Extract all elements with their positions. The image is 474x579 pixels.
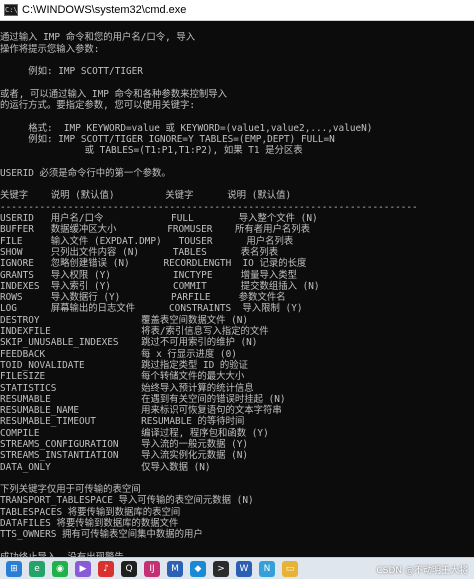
word-icon[interactable]: W	[236, 560, 252, 577]
console-line: TOID_NOVALIDATE 跳过指定类型 ID 的验证	[0, 359, 249, 371]
console-line: USERID 必须是命令行中的第一个参数。	[0, 167, 171, 179]
console-line: 格式: IMP KEYWORD=value 或 KEYWORD=(value1,…	[0, 122, 373, 134]
console-line: STREAMS_CONFIGURATION 导入流的一般元数据 (Y)	[0, 438, 249, 450]
console-line: GRANTS 导入权限 (Y) INCTYPE 增量导入类型	[0, 269, 297, 281]
console-line: INDEXFILE 将表/索引信息写入指定的文件	[0, 326, 269, 338]
maven-icon[interactable]: M	[167, 560, 183, 577]
window-title: C:\WINDOWS\system32\cmd.exe	[22, 4, 187, 16]
console-line: INDEXES 导入索引 (Y) COMMIT 提交数组插入 (N)	[0, 280, 320, 292]
console-line: RESUMABLE_TIMEOUT RESUMABLE 的等待时间	[0, 416, 245, 428]
console-line: LOG 屏幕输出的日志文件 CONSTRAINTS 导入限制 (Y)	[0, 303, 303, 315]
console-line: 的运行方式。要指定参数, 您可以使用关键字:	[0, 100, 196, 112]
file-explorer-icon[interactable]: ▭	[282, 560, 298, 577]
intellij-icon[interactable]: IJ	[144, 560, 160, 577]
terminal-icon[interactable]: >	[213, 560, 229, 577]
console-line: FILE 输入文件 (EXPDAT.DMP) TOUSER 用户名列表	[0, 235, 294, 247]
navicat-icon[interactable]: N	[259, 560, 275, 577]
console-line: STATISTICS 始终导入预计算的统计信息	[0, 382, 254, 394]
wechat-icon[interactable]: ◉	[52, 560, 68, 577]
netease-music-icon[interactable]: ♪	[98, 560, 114, 577]
console-line: BUFFER 数据缓冲区大小 FROMUSER 所有者用户名列表	[0, 224, 310, 236]
console-line: 下列关键字仅用于可传输的表空间	[0, 484, 141, 496]
console-line: SKIP_UNUSABLE_INDEXES 跳过不可用索引的维护 (N)	[0, 337, 258, 349]
console-line: TRANSPORT_TABLESPACE 导入可传输的表空间元数据 (N)	[0, 495, 254, 507]
console-line: FEEDBACK 每 x 行显示进度 (0)	[0, 348, 237, 360]
watermark-text: CSDN @不动明王大将	[376, 566, 468, 576]
window-titlebar[interactable]: C:\ C:\WINDOWS\system32\cmd.exe	[0, 0, 474, 21]
console-line: RESUMABLE 在遇到有关空间的错误时挂起 (N)	[0, 393, 286, 405]
console-line: 例如: IMP SCOTT/TIGER IGNORE=Y TABLES=(EMP…	[0, 133, 335, 145]
visual-studio-icon[interactable]: ▶	[75, 560, 91, 577]
console-line: STREAMS_INSTANTIATION 导入流实例化元数据 (N)	[0, 450, 249, 462]
windows-start-icon[interactable]: ⊞	[6, 560, 22, 577]
console-line: IGNORE 忽略创建错误 (N) RECORDLENGTH IO 记录的长度	[0, 258, 307, 270]
cmd-icon: C:\	[4, 4, 18, 16]
console-line: 例如: IMP SCOTT/TIGER	[0, 66, 143, 78]
console-line: DATA_ONLY 仅导入数据 (N)	[0, 461, 211, 473]
console-line: DATAFILES 将要传输到数据库的数据文件	[0, 518, 179, 530]
console-line: 关键字 说明 (默认值) 关键字 说明 (默认值)	[0, 190, 292, 202]
console-output[interactable]: 通过输入 IMP 命令和您的用户名/口令, 导入 操作将提示您输入参数: 例如: …	[0, 21, 474, 557]
console-line: 或者, 可以通过输入 IMP 命令和各种参数来控制导入	[0, 88, 228, 100]
console-line: SHOW 只列出文件内容 (N) TABLES 表名列表	[0, 246, 279, 258]
console-line: COMPILE 编译过程, 程序包和函数 (Y)	[0, 427, 269, 439]
console-line: ----------------------------------------…	[0, 201, 418, 213]
console-line: ROWS 导入数据行 (Y) PARFILE 参数文件名	[0, 292, 286, 304]
qq-icon[interactable]: Q	[121, 560, 137, 577]
vscode-icon[interactable]: ◆	[190, 560, 206, 577]
console-line: TTS_OWNERS 拥有可传输表空间集中数据的用户	[0, 529, 203, 541]
console-line: 操作将提示您输入参数:	[0, 43, 100, 55]
console-line: 通过输入 IMP 命令和您的用户名/口令, 导入	[0, 32, 196, 44]
console-line: RESUMABLE_NAME 用来标识可恢复语句的文本字符串	[0, 405, 282, 417]
edge-browser-icon[interactable]: e	[29, 560, 45, 577]
console-line: TABLESPACES 将要传输到数据库的表空间	[0, 506, 181, 518]
console-line: FILESIZE 每个转储文件的最大大小	[0, 371, 245, 383]
console-line: 或 TABLES=(T1:P1,T1:P2), 如果 T1 是分区表	[0, 145, 303, 157]
console-line: USERID 用户名/口令 FULL 导入整个文件 (N)	[0, 213, 318, 225]
console-line: DESTROY 覆盖表空间数据文件 (N)	[0, 314, 249, 326]
